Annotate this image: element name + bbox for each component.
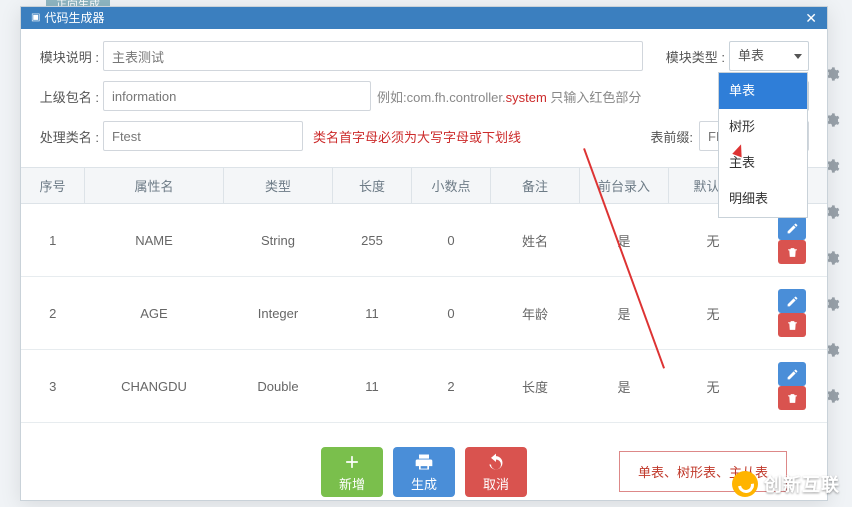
table-header-row: 序号 属性名 类型 长度 小数点 备注 前台录入 默认值 操作 — [21, 168, 827, 204]
option-main[interactable]: 主表 — [719, 145, 807, 181]
parent-pkg-label: 上级包名 : — [39, 87, 103, 106]
undo-icon — [486, 452, 506, 472]
cancel-button-label: 取消 — [483, 474, 509, 493]
option-detail[interactable]: 明细表 — [719, 181, 807, 217]
cell-len: 255 — [333, 204, 412, 277]
cell-type: String — [224, 204, 333, 277]
modal-title: 代码生成器 — [44, 7, 104, 29]
class-name-input[interactable] — [103, 121, 303, 151]
cell-type: Integer — [224, 277, 333, 350]
parent-pkg-input[interactable] — [103, 81, 371, 111]
edit-icon — [786, 368, 799, 381]
cell-len: 11 — [333, 350, 412, 423]
modal: ▣ 代码生成器 ✕ 模块说明 : 模块类型 : 单表 单表 树形 主表 明细表 — [20, 6, 828, 501]
table-row: 2 AGE Integer 11 0 年龄 是 无 — [21, 277, 827, 350]
form-area: 模块说明 : 模块类型 : 单表 单表 树形 主表 明细表 上级包名 : — [21, 29, 827, 167]
cell-fe: 是 — [580, 277, 669, 350]
edit-icon — [786, 222, 799, 235]
trash-icon — [786, 392, 799, 405]
edit-button[interactable] — [778, 216, 806, 240]
col-decimal: 小数点 — [412, 168, 491, 204]
watermark: 创新互联 — [732, 471, 840, 497]
cell-actions — [758, 277, 828, 350]
delete-button[interactable] — [778, 386, 806, 410]
plus-icon — [342, 452, 362, 472]
window-icon: ▣ — [31, 7, 40, 29]
cell-dec: 0 — [412, 204, 491, 277]
cell-def: 无 — [669, 350, 758, 423]
add-button[interactable]: 新增 — [321, 447, 383, 497]
cell-name: CHANGDU — [85, 350, 224, 423]
generate-button[interactable]: 生成 — [393, 447, 455, 497]
cell-type: Double — [224, 350, 333, 423]
table-row: 1 NAME String 255 0 姓名 是 无 — [21, 204, 827, 277]
cell-len: 11 — [333, 277, 412, 350]
class-name-label: 处理类名 : — [39, 127, 103, 146]
col-length: 长度 — [333, 168, 412, 204]
edit-button[interactable] — [778, 362, 806, 386]
footer: 新增 生成 取消 单表、树形表、主从表 — [21, 423, 827, 507]
trash-icon — [786, 319, 799, 332]
col-seq: 序号 — [21, 168, 85, 204]
cancel-button[interactable]: 取消 — [465, 447, 527, 497]
cell-remark: 长度 — [491, 350, 580, 423]
watermark-text: 创新互联 — [764, 471, 840, 497]
print-icon — [414, 452, 434, 472]
cell-seq: 1 — [21, 204, 85, 277]
edit-icon — [786, 295, 799, 308]
cell-seq: 2 — [21, 277, 85, 350]
cell-name: NAME — [85, 204, 224, 277]
cell-name: AGE — [85, 277, 224, 350]
cell-remark: 姓名 — [491, 204, 580, 277]
close-icon[interactable]: ✕ — [805, 7, 817, 29]
trash-icon — [786, 246, 799, 259]
delete-button[interactable] — [778, 313, 806, 337]
add-button-label: 新增 — [339, 474, 365, 493]
module-type-options: 单表 树形 主表 明细表 — [718, 72, 808, 218]
generate-button-label: 生成 — [411, 474, 437, 493]
cell-seq: 3 — [21, 350, 85, 423]
fields-table: 序号 属性名 类型 长度 小数点 备注 前台录入 默认值 操作 1 NAME S… — [21, 167, 827, 423]
cell-fe: 是 — [580, 204, 669, 277]
col-attr: 属性名 — [85, 168, 224, 204]
table-prefix-label: 表前缀: — [650, 127, 693, 146]
col-remark: 备注 — [491, 168, 580, 204]
module-type-selected-value: 单表 — [738, 48, 764, 63]
class-name-hint: 类名首字母必须为大写字母或下划线 — [313, 127, 521, 146]
module-desc-label: 模块说明 : — [39, 47, 103, 66]
table-row: 3 CHANGDU Double 11 2 长度 是 无 — [21, 350, 827, 423]
cell-remark: 年龄 — [491, 277, 580, 350]
module-desc-input[interactable] — [103, 41, 643, 71]
col-type: 类型 — [224, 168, 333, 204]
col-fe: 前台录入 — [580, 168, 669, 204]
option-single[interactable]: 单表 — [719, 73, 807, 109]
module-type-select[interactable]: 单表 单表 树形 主表 明细表 — [729, 41, 809, 71]
pkg-hint: 例如:com.fh.controller.system 只输入红色部分 — [377, 87, 641, 106]
cell-dec: 0 — [412, 277, 491, 350]
module-type-label: 模块类型 : — [666, 47, 725, 66]
watermark-logo-icon — [732, 471, 758, 497]
cell-def: 无 — [669, 277, 758, 350]
delete-button[interactable] — [778, 240, 806, 264]
edit-button[interactable] — [778, 289, 806, 313]
cell-dec: 2 — [412, 350, 491, 423]
option-tree[interactable]: 树形 — [719, 109, 807, 145]
cell-fe: 是 — [580, 350, 669, 423]
cell-actions — [758, 350, 828, 423]
titlebar: ▣ 代码生成器 ✕ — [21, 7, 827, 29]
chevron-down-icon — [794, 54, 802, 59]
